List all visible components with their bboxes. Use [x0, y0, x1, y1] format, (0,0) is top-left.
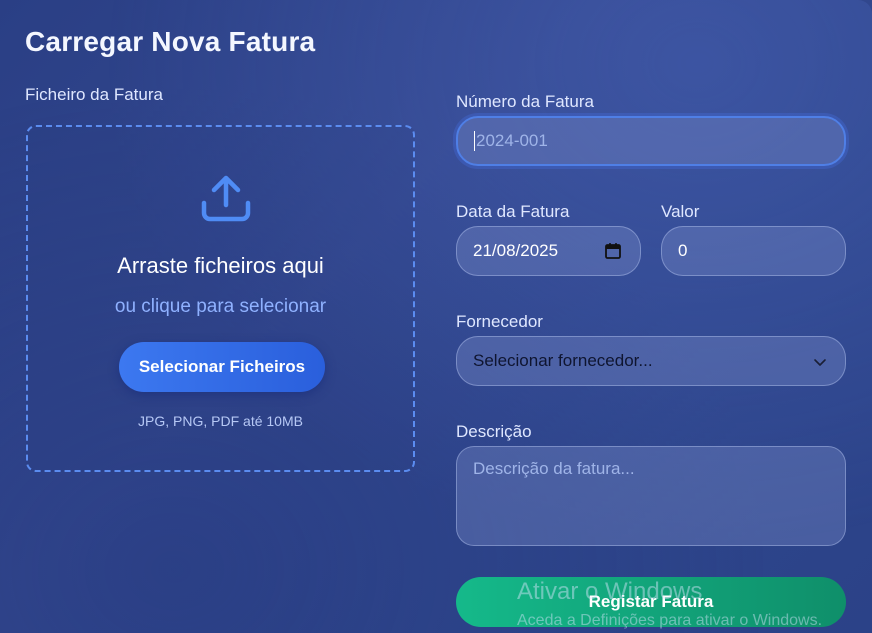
dropzone-title: Arraste ficheiros aqui	[117, 253, 324, 278]
calendar-icon[interactable]	[604, 242, 622, 260]
chevron-down-icon	[814, 359, 826, 366]
select-files-button[interactable]: Selecionar Ficheiros	[119, 342, 325, 392]
supplier-select[interactable]: Selecionar fornecedor...	[456, 336, 846, 386]
invoice-number-input[interactable]: 2024-001	[456, 116, 846, 166]
supplier-selected: Selecionar fornecedor...	[473, 351, 653, 370]
upload-invoice-panel: Carregar Nova Fatura Ficheiro da Fatura …	[0, 0, 872, 633]
invoice-date-input[interactable]: 21/08/2025	[456, 226, 641, 276]
upload-icon	[201, 175, 251, 222]
file-label: Ficheiro da Fatura	[25, 85, 163, 104]
invoice-number-label: Número da Fatura	[456, 92, 594, 111]
description-textarea[interactable]: Descrição da fatura...	[456, 446, 846, 546]
amount-label: Valor	[661, 202, 700, 221]
text-caret	[474, 131, 475, 151]
dropzone-subtitle: ou clique para selecionar	[114, 296, 327, 317]
amount-value: 0	[678, 241, 688, 260]
supplier-label: Fornecedor	[456, 312, 543, 331]
invoice-date-value: 21/08/2025	[473, 241, 559, 260]
file-types-hint: JPG, PNG, PDF até 10MB	[138, 413, 303, 429]
description-placeholder: Descrição da fatura...	[473, 459, 635, 478]
amount-input[interactable]: 0	[661, 226, 846, 276]
file-dropzone[interactable]: Arraste ficheiros aqui ou clique para se…	[26, 125, 415, 472]
invoice-date-label: Data da Fatura	[456, 202, 570, 221]
windows-activation-watermark-subtitle: Aceda a Definições para ativar o Windows…	[517, 612, 823, 629]
invoice-number-placeholder: 2024-001	[476, 131, 548, 150]
description-label: Descrição	[456, 422, 532, 441]
page-title: Carregar Nova Fatura	[25, 26, 316, 57]
windows-activation-watermark-title: Ativar o Windows	[517, 578, 703, 605]
